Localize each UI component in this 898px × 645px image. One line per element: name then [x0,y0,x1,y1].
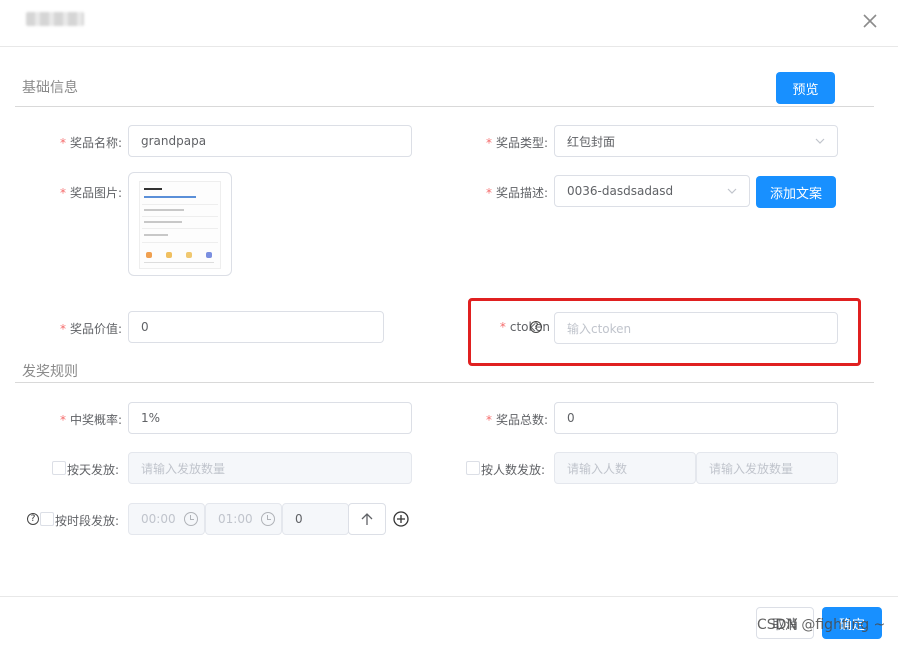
win-rate-label: * 中奖概率: [59,413,122,427]
dialog-header [0,0,898,47]
period-end-time[interactable]: 01:00 [205,503,282,535]
period-start-time[interactable]: 00:00 [128,503,205,535]
ctoken-input[interactable]: 输入ctoken [554,312,838,344]
chevron-down-icon [815,138,825,144]
footer-divider [0,596,898,597]
close-icon[interactable] [860,11,880,31]
add-copy-button[interactable]: 添加文案 [756,176,836,208]
by-period-label: 按时段发放: [55,514,120,528]
arrow-up-icon [361,513,373,525]
preview-button[interactable]: 预览 [776,72,835,104]
prize-name-input[interactable]: grandpapa [128,125,412,157]
ctoken-colon: : [542,320,547,334]
watermark: CSDN @fighting ~ [757,617,886,633]
by-people-label: 按人数发放: [481,463,546,477]
add-circle-icon[interactable] [393,511,409,527]
prize-image-label: * 奖品图片: [59,186,122,200]
question-icon[interactable]: ? [530,321,542,333]
arrow-up-button[interactable] [348,503,386,535]
prize-name-label: * 奖品名称: [59,136,122,150]
by-day-label: 按天发放: [67,463,120,477]
prize-value-input[interactable]: 0 [128,311,384,343]
prize-dialog: 基础信息 预览 * 奖品名称: grandpapa * 奖品类型: 红包封面 * 奖品… [0,0,898,645]
prize-desc-label: * 奖品描述: [485,186,548,200]
section-divider-basic [15,106,874,107]
prize-type-select[interactable]: 红包封面 [554,125,838,157]
by-people-count-input[interactable]: 请输入人数 [554,452,696,484]
prize-desc-select[interactable]: 0036-dasdsadasd [554,175,750,207]
prize-image-thumbnail [139,181,221,269]
section-divider-rules [15,382,874,383]
total-count-input[interactable]: 0 [554,402,838,434]
prize-image-upload[interactable] [128,172,232,276]
blurred-title [26,12,84,26]
by-period-checkbox[interactable] [40,512,54,526]
prize-type-label: * 奖品类型: [485,136,548,150]
by-day-checkbox[interactable] [52,461,66,475]
section-title-rules: 发奖规则 [22,364,78,380]
clock-icon [261,512,275,526]
section-title-basic: 基础信息 [22,80,78,96]
total-count-label: * 奖品总数: [485,413,548,427]
clock-icon [184,512,198,526]
by-people-amount-input[interactable]: 请输入发放数量 [696,452,838,484]
prize-value-label: * 奖品价值: [59,322,122,336]
chevron-down-icon [727,188,737,194]
period-count-input[interactable]: 0 [282,503,349,535]
by-day-input[interactable]: 请输入发放数量 [128,452,412,484]
by-people-checkbox[interactable] [466,461,480,475]
win-rate-input[interactable]: 1% [128,402,412,434]
question-icon[interactable]: ? [27,513,39,525]
